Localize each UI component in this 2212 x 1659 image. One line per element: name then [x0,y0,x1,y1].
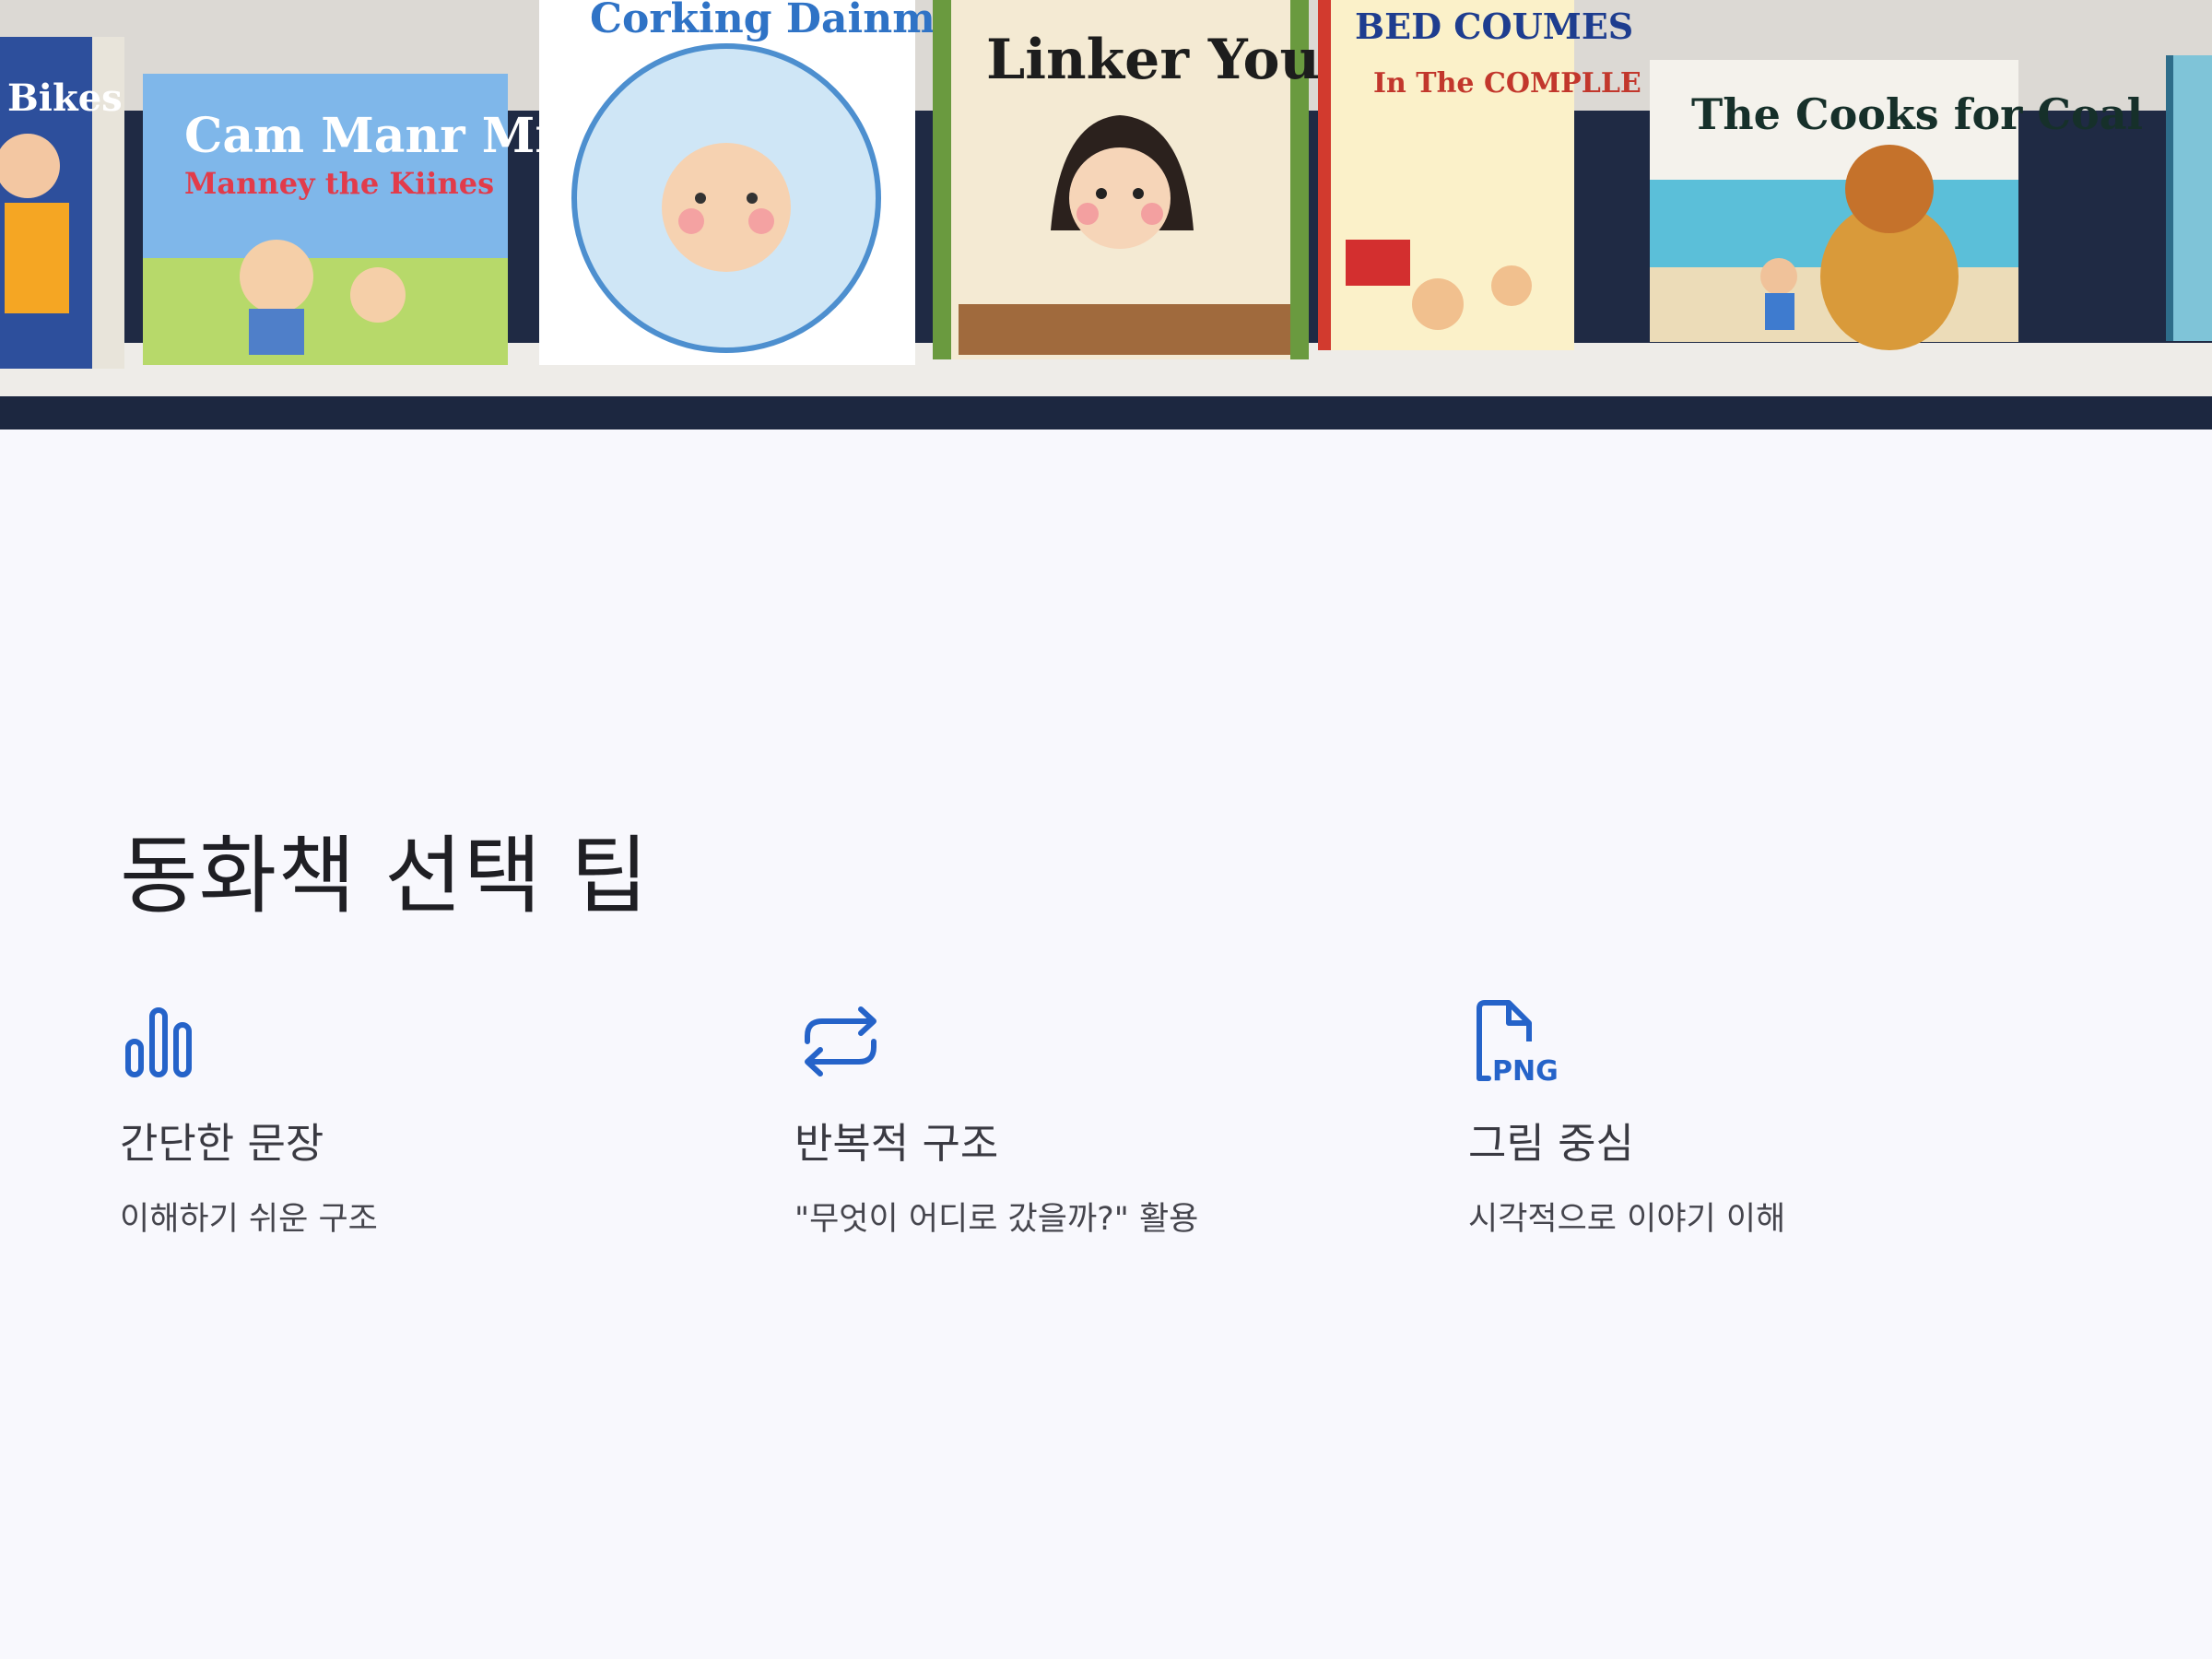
book-title-5: BED COUMES [1355,6,1633,47]
page-title: 동화책 선택 팁 [120,827,650,925]
bar-chart-icon [125,1007,192,1077]
png-file-icon: PNG [1477,1000,1559,1088]
tip-description: "무엇이 어디로 갔을까?" 활용 [794,1200,1199,1238]
book-cover-1: Bikes [0,37,124,369]
content-section: 동화책 선택 팁 간단한 문장 이해하기 쉬운 구조 반복적 구조 "무엇이 어… [120,827,2092,1237]
book-cover-7 [2166,55,2212,341]
book-subtitle-2: Manney the Kiines [184,166,494,201]
bookshelf-illustration: Bikes Cam Manr Miney Manney the Kiines C… [0,0,2212,429]
tip-title: 반복적 구조 [794,1119,999,1168]
tips-row: 간단한 문장 이해하기 쉬운 구조 반복적 구조 "무엇이 어디로 갔을까?" … [120,995,2092,1272]
repeat-icon [805,1006,877,1077]
tip-card-picture-centered: PNG 그림 중심 시각적으로 이야기 이해 [1468,995,2058,1237]
tip-description: 시각적으로 이야기 이해 [1468,1200,1786,1238]
tip-card-repetitive-structure: 반복적 구조 "무엇이 어디로 갔을까?" 활용 [794,995,1384,1237]
book-title-4: Linker You! [986,28,1344,92]
hero-bookshelf-image: Bikes Cam Manr Miney Manney the Kiines C… [0,0,2212,429]
tip-title: 그림 중심 [1468,1119,1634,1168]
book-title-6: The Cooks for Coal [1691,89,2143,139]
book-title-3: Corking Dainmes [590,0,984,42]
tip-description: 이해하기 쉬운 구조 [120,1200,378,1238]
tip-title: 간단한 문장 [120,1119,324,1168]
tip-card-simple-sentences: 간단한 문장 이해하기 쉬운 구조 [120,995,710,1237]
book-cover-4: Linker You! [933,0,1344,359]
book-title-1: Bikes [7,76,123,120]
svg-text:PNG: PNG [1492,1055,1559,1088]
